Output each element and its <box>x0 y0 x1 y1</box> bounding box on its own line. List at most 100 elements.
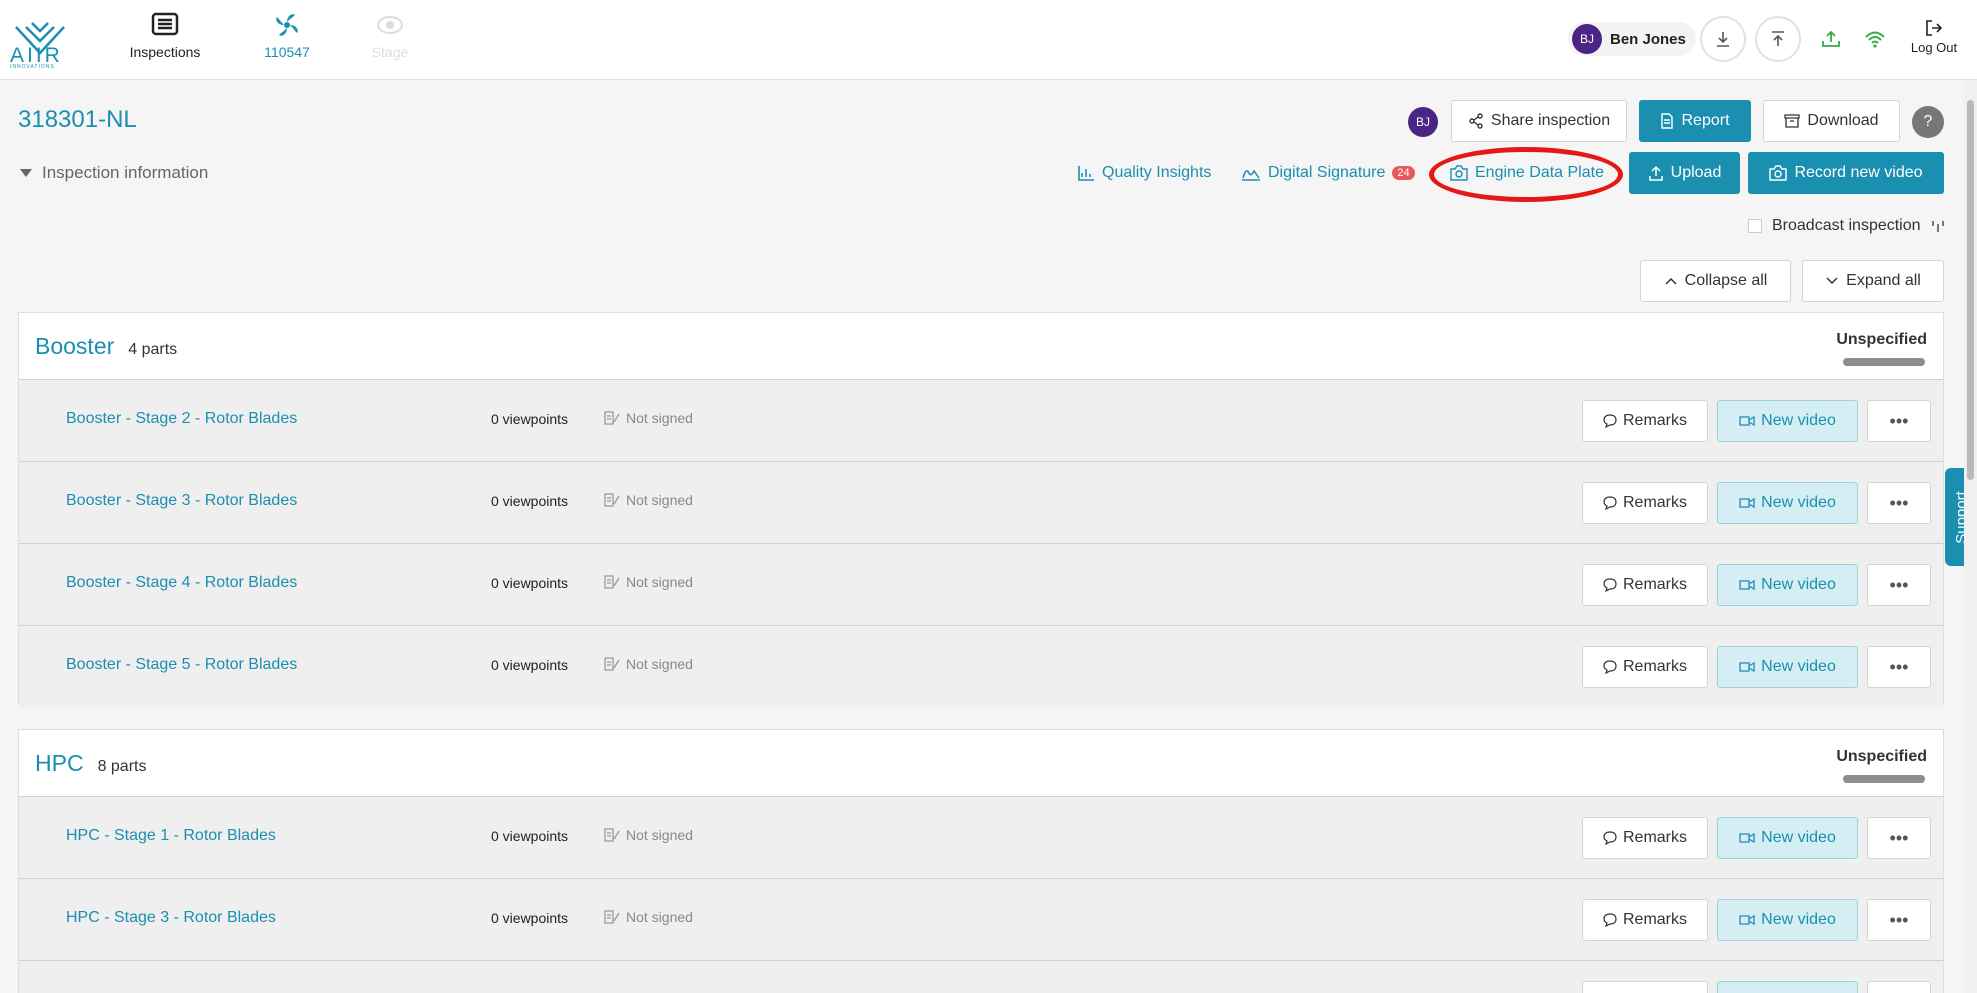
expand-all-label: Expand all <box>1846 272 1921 289</box>
logout-button[interactable]: Log Out <box>1906 18 1962 55</box>
video-icon <box>1739 661 1755 673</box>
expand-all-button[interactable]: Expand all <box>1802 260 1944 302</box>
list-icon <box>151 12 179 36</box>
share-icon <box>1469 113 1483 129</box>
more-options-button[interactable]: ••• <box>1867 646 1931 688</box>
signature-status-label: Not signed <box>626 574 693 590</box>
section-header[interactable]: HPC 8 parts Unspecified <box>19 730 1943 796</box>
part-row: Booster - Stage 3 - Rotor Blades 0 viewp… <box>19 461 1943 543</box>
sign-icon <box>604 575 620 589</box>
new-video-button[interactable]: New video <box>1717 400 1858 442</box>
remarks-button[interactable] <box>1582 981 1708 993</box>
viewpoint-count: 0 viewpoints <box>491 411 569 427</box>
broadcast-inspection[interactable]: Broadcast inspection <box>1748 217 1945 235</box>
collapse-all-button[interactable]: Collapse all <box>1640 260 1791 302</box>
caret-down-icon <box>20 169 32 177</box>
part-row: Booster - Stage 2 - Rotor Blades 0 viewp… <box>19 379 1943 461</box>
inspection-info-toggle[interactable]: Inspection information <box>20 163 208 183</box>
upload-button[interactable]: Upload <box>1629 152 1740 194</box>
section-progress-bar <box>1843 775 1925 783</box>
record-new-video-label: Record new video <box>1794 164 1923 181</box>
signature-status: Not signed <box>604 410 693 426</box>
part-title-link[interactable]: HPC - Stage 1 - Rotor Blades <box>66 827 276 845</box>
signature-status: Not signed <box>604 827 693 843</box>
section-progress-bar <box>1843 358 1925 366</box>
viewpoint-count: 0 viewpoints <box>491 828 569 844</box>
remarks-button[interactable]: Remarks <box>1582 482 1708 524</box>
sign-icon <box>604 657 620 671</box>
more-options-button[interactable]: ••• <box>1867 400 1931 442</box>
section-header[interactable]: Booster 4 parts Unspecified <box>19 313 1943 379</box>
collapse-all-label: Collapse all <box>1684 272 1768 289</box>
new-video-button[interactable]: New video <box>1717 817 1858 859</box>
more-options-button[interactable]: ••• <box>1867 899 1931 941</box>
user-chip[interactable]: BJ Ben Jones <box>1568 22 1696 56</box>
digital-signature-link[interactable]: Digital Signature 24 <box>1241 164 1415 182</box>
report-button[interactable]: Report <box>1639 100 1751 142</box>
part-row: HPC - Stage 1 - Rotor Blades 0 viewpoint… <box>19 796 1943 878</box>
avatar: BJ <box>1572 24 1602 54</box>
new-video-button[interactable] <box>1717 981 1858 993</box>
more-options-button[interactable]: ••• <box>1867 564 1931 606</box>
download-sync-button[interactable] <box>1700 16 1746 62</box>
download-button[interactable]: Download <box>1763 100 1900 142</box>
signature-status: Not signed <box>604 492 693 508</box>
section-title: HPC 8 parts <box>35 750 146 777</box>
remarks-label: Remarks <box>1622 412 1687 429</box>
viewpoint-count: 0 viewpoints <box>491 657 569 673</box>
nav-stage[interactable]: Stage <box>360 12 420 60</box>
fan-icon <box>276 14 298 36</box>
remarks-button[interactable]: Remarks <box>1582 817 1708 859</box>
scrollbar-thumb[interactable] <box>1967 100 1974 480</box>
nav-inspections[interactable]: Inspections <box>122 12 208 60</box>
upload-label: Upload <box>1670 164 1722 181</box>
sign-icon <box>604 910 620 924</box>
quality-insights-link[interactable]: Quality Insights <box>1077 164 1211 182</box>
more-options-button[interactable] <box>1867 981 1931 993</box>
signature-icon <box>1242 169 1260 181</box>
remarks-button[interactable]: Remarks <box>1582 899 1708 941</box>
remarks-button[interactable]: Remarks <box>1582 400 1708 442</box>
logout-icon <box>1926 20 1943 36</box>
broadcast-checkbox[interactable] <box>1748 219 1762 233</box>
download-icon <box>1717 32 1729 47</box>
new-video-button[interactable]: New video <box>1717 564 1858 606</box>
digital-signature-label: Digital Signature <box>1268 164 1386 181</box>
section-hpc: HPC 8 parts Unspecified HPC - Stage 1 - R… <box>18 729 1944 993</box>
remarks-button[interactable]: Remarks <box>1582 564 1708 606</box>
bar-chart-icon <box>1078 166 1094 181</box>
part-title-link[interactable]: Booster - Stage 2 - Rotor Blades <box>66 410 297 428</box>
help-button[interactable]: ? <box>1912 106 1944 138</box>
more-options-button[interactable]: ••• <box>1867 817 1931 859</box>
remarks-button[interactable]: Remarks <box>1582 646 1708 688</box>
cloud-upload-icon[interactable] <box>1820 28 1842 50</box>
signature-status: Not signed <box>604 656 693 672</box>
signature-status-label: Not signed <box>626 909 693 925</box>
comment-icon <box>1603 913 1617 927</box>
record-new-video-button[interactable]: Record new video <box>1748 152 1944 194</box>
upload-icon <box>1648 165 1663 181</box>
part-title-link[interactable]: Booster - Stage 4 - Rotor Blades <box>66 574 297 592</box>
broadcast-label: Broadcast inspection <box>1772 217 1921 234</box>
report-label: Report <box>1681 112 1730 129</box>
part-title-link[interactable]: HPC - Stage 3 - Rotor Blades <box>66 909 276 927</box>
share-inspection-button[interactable]: Share inspection <box>1451 100 1627 142</box>
remarks-label: Remarks <box>1622 576 1687 593</box>
section-part-count: 4 parts <box>128 341 178 358</box>
new-video-button[interactable]: New video <box>1717 899 1858 941</box>
sign-icon <box>604 411 620 425</box>
nav-engine[interactable]: 110547 <box>252 12 322 60</box>
part-title-link[interactable]: Booster - Stage 5 - Rotor Blades <box>66 656 297 674</box>
logout-label: Log Out <box>1910 40 1958 55</box>
section-part-count: 8 parts <box>97 758 147 775</box>
upload-top-icon <box>1772 31 1784 46</box>
new-video-button[interactable]: New video <box>1717 646 1858 688</box>
part-row-partial <box>19 960 1943 993</box>
new-video-button[interactable]: New video <box>1717 482 1858 524</box>
part-title-link[interactable]: Booster - Stage 3 - Rotor Blades <box>66 492 297 510</box>
upload-sync-button[interactable] <box>1755 16 1801 62</box>
remarks-label: Remarks <box>1622 829 1687 846</box>
more-options-button[interactable]: ••• <box>1867 482 1931 524</box>
page-scrollbar[interactable] <box>1964 80 1977 993</box>
share-inspection-label: Share inspection <box>1490 112 1611 129</box>
